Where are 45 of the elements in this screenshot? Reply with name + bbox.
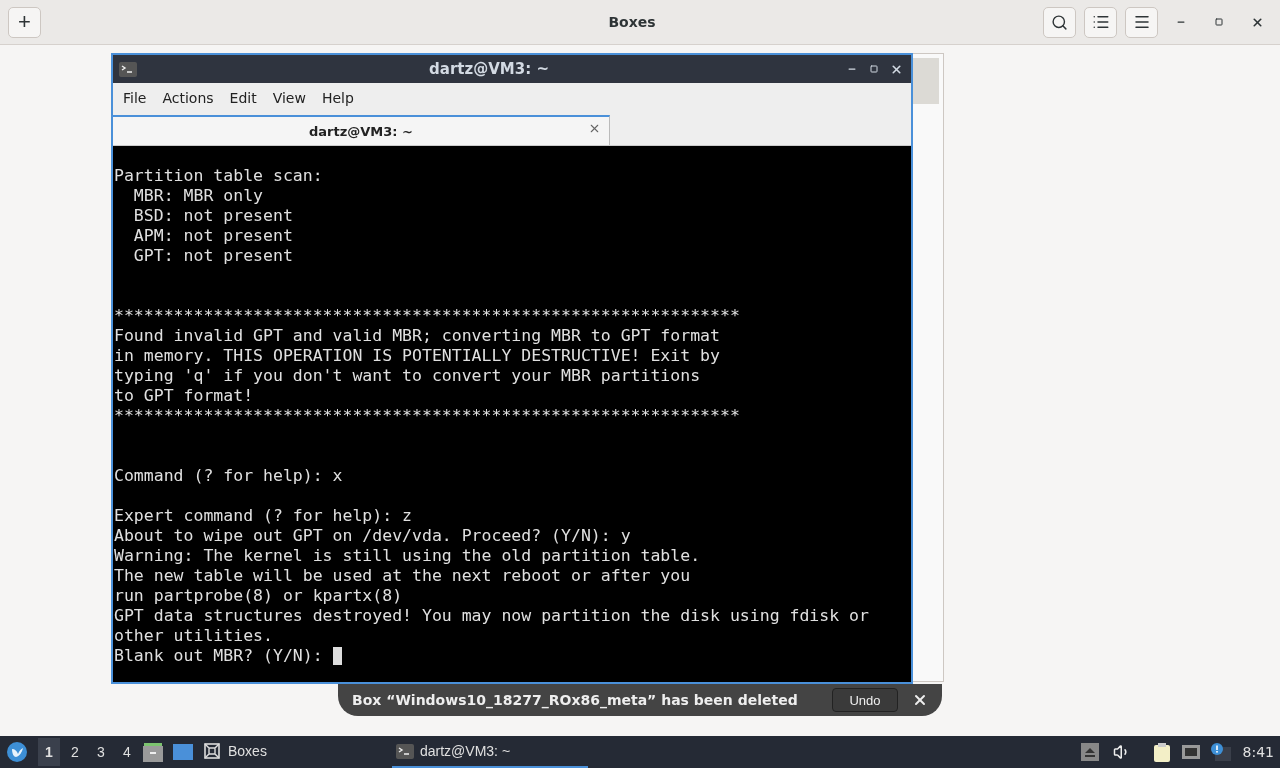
menu-item[interactable]: File — [115, 89, 155, 106]
terminal-icon — [396, 743, 414, 759]
window-title: Boxes — [607, 14, 657, 30]
menu-item[interactable]: Help — [313, 89, 362, 106]
notification-icon[interactable] — [1210, 743, 1231, 761]
menu-item[interactable]: View — [264, 89, 314, 106]
list-view-button[interactable] — [1084, 6, 1117, 38]
close-button[interactable] — [912, 692, 928, 708]
close-icon — [1250, 15, 1264, 29]
cursor — [332, 647, 342, 665]
terminal-icon — [119, 61, 137, 77]
search-icon — [1051, 13, 1068, 31]
network-icon[interactable] — [1180, 744, 1201, 760]
terminal-prompt: Blank out MBR? (Y/N): — [114, 646, 324, 666]
search-button[interactable] — [1043, 6, 1076, 38]
list-icon — [1091, 13, 1110, 31]
workspace-button[interactable]: 3 — [90, 738, 112, 766]
maximize-icon — [1215, 18, 1223, 26]
workspace-button[interactable]: 2 — [64, 738, 86, 766]
clock: 8:41 — [1242, 744, 1274, 760]
file-manager-icon[interactable] — [142, 741, 164, 763]
close-icon — [889, 62, 903, 76]
taskbar-item[interactable]: Boxes — [198, 736, 348, 768]
menu-item[interactable]: Actions — [154, 89, 222, 106]
window-title: dartz@VM3: ~ — [428, 60, 550, 78]
menu-button[interactable] — [1125, 6, 1158, 38]
undo-button[interactable]: Undo — [832, 688, 898, 712]
eject-icon[interactable] — [1080, 743, 1099, 761]
clipboard-icon[interactable] — [1152, 742, 1171, 762]
menu-item[interactable]: Edit — [221, 89, 265, 106]
boxes-icon — [202, 741, 222, 761]
tab[interactable]: dartz@VM3: ~ — [113, 115, 610, 145]
notification-message: Box “Windows10_18277_ROx86_meta” has been deleted — [352, 692, 799, 708]
close-icon — [912, 692, 928, 708]
terminal-output: Partition table scan: MBR: MBR only BSD: not present APM: not present GPT: not present *************************************************************** Found invalid GPT and valid MBR; converting MBR to GPT format in memory. THIS OPERATION IS POTENTIALLY DESTRUCTIVE! Exit by typing 'q' if you don't want to convert your MBR partitions to GPT format! *************************************************************** Command (? for help): x Expert command (? for help): z About to wipe out GPT on /dev/vda. Proceed? (Y/N): y Warning: The kernel is still using the old partition table. The new table will be used at the next reboot or after you run partprobe(8) or kpartx(8) GPT data structures destroyed! You may now partition the disk using fdisk or other utilities. — [113, 165, 870, 646]
workspace-button[interactable]: 1 — [38, 738, 60, 766]
close-icon[interactable] — [588, 122, 601, 135]
start-menu-icon[interactable] — [6, 741, 28, 763]
scrollbar[interactable] — [911, 58, 939, 104]
taskbar-item[interactable]: dartz@VM3: ~ — [392, 736, 588, 768]
desktop-icon[interactable] — [172, 743, 194, 761]
workspace-button[interactable]: 4 — [116, 738, 138, 766]
add-button[interactable]: + — [8, 6, 41, 38]
menu-icon — [1132, 13, 1151, 31]
maximize-icon — [870, 65, 878, 73]
